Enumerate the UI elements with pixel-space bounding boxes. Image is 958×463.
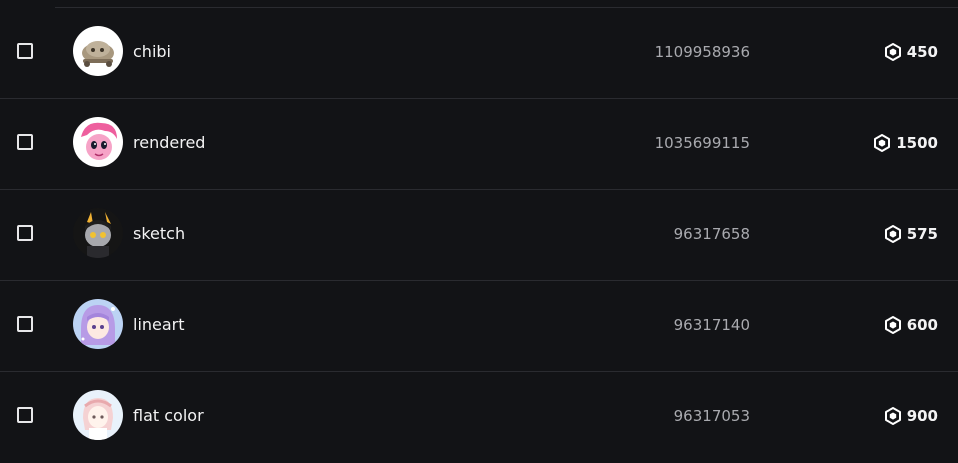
item-price: 575 [884,223,938,245]
row-checkbox[interactable] [17,134,33,150]
robux-icon [884,225,901,243]
item-id: 1035699115 [654,134,750,152]
price-value: 900 [906,407,938,425]
price-value: 450 [906,43,938,61]
flat-color-avatar-icon [73,390,123,440]
item-name[interactable]: lineart [133,315,185,335]
avatar [73,208,123,258]
lineart-avatar-icon [73,299,123,349]
robux-icon [884,43,901,61]
price-value: 1500 [896,134,938,152]
item-price: 600 [884,314,938,336]
table-row[interactable]: flat color 96317053 900 [0,372,958,463]
item-name[interactable]: flat color [133,406,204,426]
row-checkbox[interactable] [17,225,33,241]
sketch-avatar-icon [73,208,123,258]
table-row[interactable]: rendered 1035699115 1500 [0,99,958,190]
robux-icon [884,316,901,334]
price-value: 600 [906,316,938,334]
item-id: 96317053 [673,407,750,425]
table-row[interactable]: sketch 96317658 575 [0,190,958,281]
item-id: 96317140 [673,316,750,334]
robux-icon [874,134,891,152]
avatar [73,117,123,167]
row-checkbox[interactable] [17,43,33,59]
item-price: 1500 [873,132,938,154]
item-name[interactable]: rendered [133,133,205,153]
avatar [73,26,123,76]
table-row[interactable]: lineart 96317140 600 [0,281,958,372]
item-id: 96317658 [673,225,750,243]
avatar [73,299,123,349]
item-table: chibi 1109958936 450 rendered 1035699115… [0,0,958,461]
item-name[interactable]: chibi [133,42,171,62]
robux-icon [884,407,901,425]
item-name[interactable]: sketch [133,224,185,244]
row-checkbox[interactable] [17,316,33,332]
chibi-avatar-icon [73,26,123,76]
item-id: 1109958936 [654,43,750,61]
item-price: 900 [884,405,938,427]
avatar [73,390,123,440]
price-value: 575 [906,225,938,243]
rendered-avatar-icon [73,117,123,167]
row-checkbox[interactable] [17,407,33,423]
item-price: 450 [884,41,938,63]
table-row[interactable]: chibi 1109958936 450 [0,8,958,99]
